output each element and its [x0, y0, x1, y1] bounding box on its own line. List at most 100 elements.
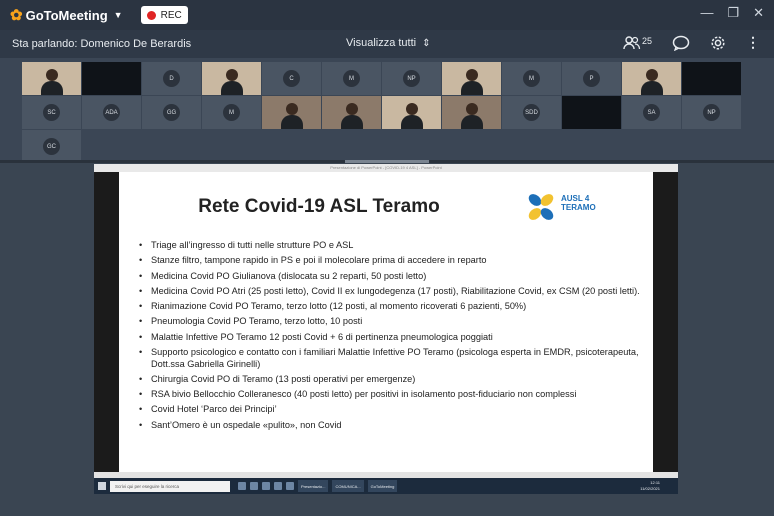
participant-tile[interactable]: M	[322, 62, 381, 95]
restore-icon[interactable]: ❐	[727, 5, 739, 21]
rec-label: REC	[160, 9, 182, 21]
taskbar-app-gotomeeting[interactable]: GoToMeeting	[367, 480, 398, 492]
powerpoint-caption: Presentazione di PowerPoint - [COVID-19 …	[94, 164, 678, 172]
shared-screen: Presentazione di PowerPoint - [COVID-19 …	[94, 164, 678, 494]
avatar: SA	[643, 104, 660, 121]
slide: Rete Covid-19 ASL Teramo AUSL 4TERAMO Tr…	[119, 172, 653, 472]
taskbar-pinned-icons	[238, 482, 294, 490]
rec-button[interactable]: REC	[140, 6, 188, 24]
participant-tile[interactable]: NP	[382, 62, 441, 95]
taskbar-app-icon[interactable]	[274, 482, 282, 490]
bullet-item: Triage all’ingresso di tutti nelle strut…	[137, 240, 647, 252]
chevron-updown-icon: ⇕	[422, 37, 431, 49]
app-logo[interactable]: ✿ GoToMeeting ▼	[10, 6, 123, 24]
taskbar-app-icon[interactable]	[250, 482, 258, 490]
avatar: GG	[163, 104, 180, 121]
bullet-item: RSA bivio Bellocchio Colleranesco (40 po…	[137, 389, 647, 401]
taskbar-app-powerpoint[interactable]: Presentazio...	[298, 480, 329, 492]
participant-tile[interactable]	[682, 62, 741, 95]
bullet-item: Pneumologia Covid PO Teramo, terzo lotto…	[137, 316, 647, 328]
participant-tile[interactable]: SA	[622, 96, 681, 129]
avatar: M	[343, 70, 360, 87]
avatar: M	[523, 70, 540, 87]
bullet-item: Supporto psicologico e contatto con i fa…	[137, 347, 647, 370]
participant-tile[interactable]: GC	[22, 130, 81, 163]
meeting-toolbar: Sta parlando: Domenico De Berardis Visua…	[0, 30, 774, 58]
chevron-down-icon[interactable]: ▼	[114, 10, 123, 20]
bullet-item: Malattie Infettive PO Teramo 12 posti Co…	[137, 332, 647, 344]
view-all-label: Visualizza tutti	[346, 37, 417, 49]
avatar: NP	[703, 104, 720, 121]
participant-tile[interactable]	[622, 62, 681, 95]
minimize-icon[interactable]: —	[700, 5, 713, 21]
participant-tile[interactable]	[202, 62, 261, 95]
ausl-logo-text: AUSL 4 TERAMO	[561, 194, 596, 212]
close-icon[interactable]: ✕	[753, 5, 764, 21]
windows-start-icon[interactable]	[98, 482, 106, 490]
chat-bubble-icon	[672, 35, 690, 51]
participant-grid: D C M NP M P SC ADA GG M SDD SA NP GC	[0, 58, 774, 163]
avatar: P	[583, 70, 600, 87]
taskbar-app-comunica[interactable]: COMUNICA...	[332, 480, 364, 492]
avatar: NP	[403, 70, 420, 87]
participant-tile[interactable]: C	[262, 62, 321, 95]
participant-tile[interactable]	[22, 62, 81, 95]
active-speaker-label: Sta parlando: Domenico De Berardis	[12, 38, 192, 50]
avatar: SC	[43, 104, 60, 121]
participant-tile[interactable]	[82, 62, 141, 95]
view-all-toggle[interactable]: Visualizza tutti ⇕	[346, 37, 431, 49]
participant-tile[interactable]: NP	[682, 96, 741, 129]
slide-title: Rete Covid-19 ASL Teramo	[198, 196, 440, 217]
settings-button[interactable]	[710, 35, 726, 51]
bullet-item: Medicina Covid PO Atri (25 posti letto),…	[137, 286, 647, 298]
participant-tile[interactable]	[262, 96, 321, 129]
bullet-item: Stanze filtro, tampone rapido in PS e po…	[137, 255, 647, 267]
taskbar-clock[interactable]: 12:11 11/02/2021	[640, 480, 660, 492]
avatar: D	[163, 70, 180, 87]
app-name: GoToMeeting	[25, 7, 108, 23]
more-options-icon[interactable]: ⋮	[746, 34, 760, 51]
participant-tile[interactable]: M	[502, 62, 561, 95]
participant-tile[interactable]: ADA	[82, 96, 141, 129]
participant-tile[interactable]	[442, 96, 501, 129]
gear-icon	[711, 35, 725, 50]
participant-tile[interactable]: M	[202, 96, 261, 129]
clock-date: 11/02/2021	[640, 486, 660, 491]
participant-tile[interactable]: P	[562, 62, 621, 95]
participant-tile[interactable]: D	[142, 62, 201, 95]
participant-tile[interactable]	[442, 62, 501, 95]
bullet-item: Medicina Covid PO Giulianova (dislocata …	[137, 271, 647, 283]
chat-button[interactable]	[672, 35, 690, 51]
record-icon	[146, 10, 156, 20]
ausl-flower-logo-icon	[528, 194, 554, 220]
avatar: M	[223, 104, 240, 121]
participant-tile[interactable]	[382, 96, 441, 129]
bullet-list: Triage all’ingresso di tutti nelle strut…	[137, 240, 647, 435]
window-controls: — ❐ ✕	[700, 5, 764, 21]
participant-tile[interactable]: GG	[142, 96, 201, 129]
toolbar-actions: 25 ⋮	[623, 34, 760, 51]
participants-button[interactable]: 25	[623, 36, 652, 50]
bullet-item: Sant’Omero è un ospedale «pulito», non C…	[137, 420, 647, 432]
windows-taskbar: Scrivi qui per eseguire la ricerca Prese…	[94, 478, 678, 494]
ausl-logo: AUSL 4 TERAMO	[524, 188, 614, 228]
gotomeeting-flower-icon: ✿	[10, 7, 23, 24]
avatar: SDD	[523, 104, 540, 121]
avatar: C	[283, 70, 300, 87]
avatar: GC	[43, 138, 60, 155]
participant-tile[interactable]: SC	[22, 96, 81, 129]
participant-tile[interactable]	[322, 96, 381, 129]
taskbar-app-icon[interactable]	[238, 482, 246, 490]
participant-tile[interactable]	[562, 96, 621, 129]
taskbar-app-icon[interactable]	[286, 482, 294, 490]
bullet-item: Chirurgia Covid PO di Teramo (13 posti o…	[137, 374, 647, 386]
avatar: ADA	[103, 104, 120, 121]
participants-count: 25	[641, 35, 652, 46]
bullet-item: Rianimazione Covid PO Teramo, terzo lott…	[137, 301, 647, 313]
bullet-item: Covid Hotel ‘Parco dei Principi’	[137, 404, 647, 416]
taskbar-search-input[interactable]: Scrivi qui per eseguire la ricerca	[110, 480, 230, 492]
taskbar-app-icon[interactable]	[262, 482, 270, 490]
participant-tile[interactable]: SDD	[502, 96, 561, 129]
resize-handle[interactable]	[345, 160, 429, 163]
people-icon	[623, 35, 641, 49]
